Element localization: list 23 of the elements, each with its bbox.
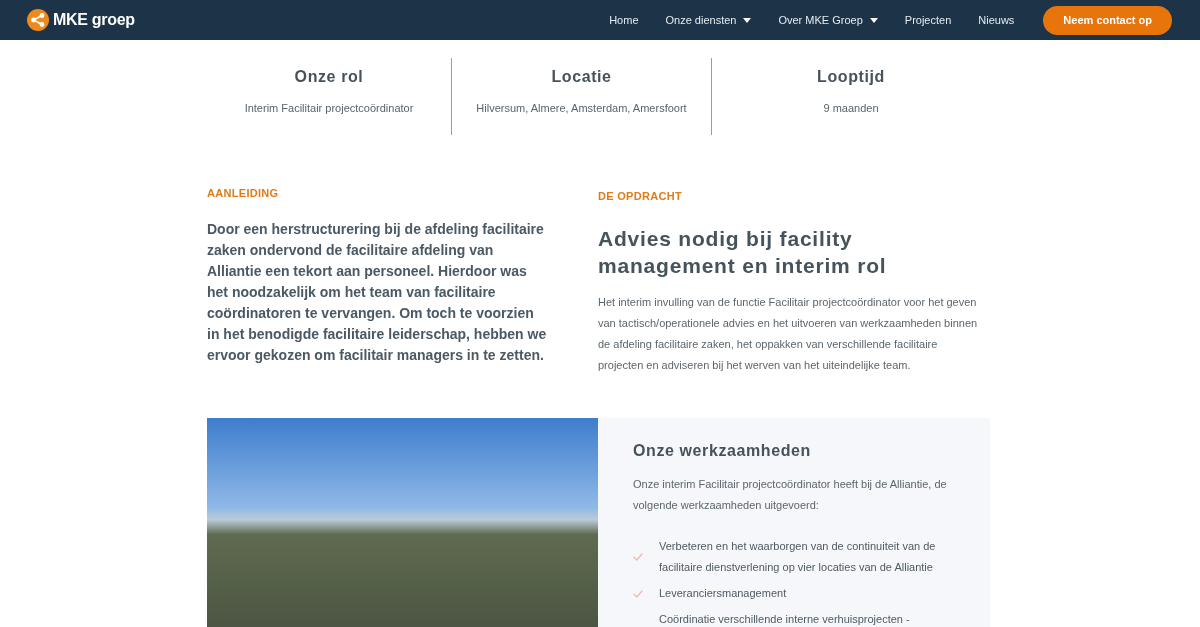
work-item: Verbeteren en het waarborgen van de continuiteit van de facilitaire dienstverlening op vier locaties van de Alliantie (659, 539, 937, 575)
fact-title: Looptijd (817, 67, 885, 87)
work-intro: Onze interim Facilitair projectcoördinator heeft bij de Alliantie, de volgende werkzaamheden uitgevoerd: (633, 477, 948, 513)
share-icon[interactable] (27, 9, 49, 31)
logo-text[interactable]: MKE groep (53, 8, 135, 32)
nav-link[interactable]: Projecten (904, 11, 952, 29)
work-heading: Onze werkzaamheden (633, 441, 812, 461)
fact-value: 9 maanden (823, 101, 879, 115)
fact-value: Hilversum, Almere, Amsterdam, Amersfoort (476, 101, 687, 115)
assignment-heading: Advies nodig bij facility management en interim rol (598, 226, 888, 279)
intro-paragraph: Door een herstructurering bij de afdeling facilitaire zaken ondervond de facilitaire afdeling van Alliantie een tekort aan personeel. Hierdoor was het noodzakelijk om het team van facilitaire coördinatoren te vervangen. Om toch te voorzien in het benodigde facilitaire leiderschap, hebben we ervoor gekozen om facilitair managers in te zetten. (207, 220, 547, 365)
fact-value: Interim Facilitair projectcoördinator (244, 101, 414, 115)
section-label: AANLEIDING (207, 186, 280, 200)
fact-title: Onze rol (294, 67, 364, 87)
nav-link[interactable]: Home (609, 11, 639, 29)
work-item: Coördinatie verschillende interne verhuisprojecten - (659, 612, 911, 627)
nav-link[interactable]: Over MKE Groep (778, 11, 878, 29)
work-item: Leveranciersmanagement (659, 586, 788, 601)
fact-title: Locatie (551, 67, 612, 87)
section-label: DE OPDRACHT (598, 189, 683, 203)
nav-link[interactable]: Nieuws (978, 11, 1015, 29)
nav-link[interactable]: Onze diensten (665, 11, 752, 29)
assignment-paragraph: Het interim invulling van de functie Facilitair projectcoördinator voor het geven van tactisch/operationele advies en het uitvoeren van werkzaamheden binnen de afdeling facilitaire zaken, het oppakken van verschillende facilitaire projecten en adviseren bij het werven van het uiteindelijke team. (598, 295, 979, 373)
